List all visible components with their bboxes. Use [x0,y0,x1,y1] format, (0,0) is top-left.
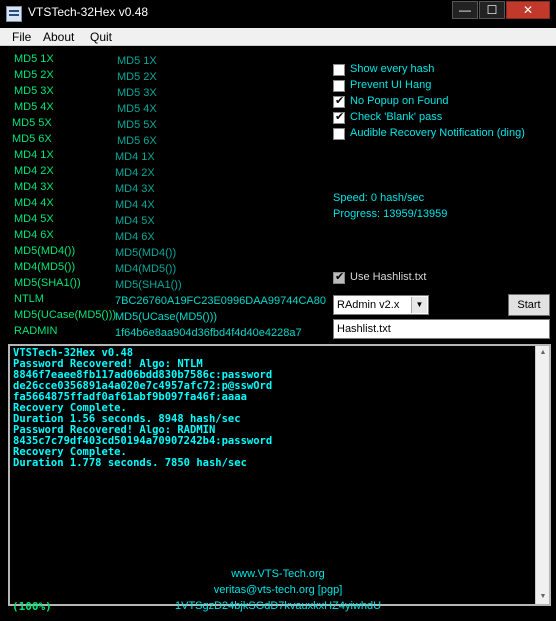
email-link[interactable]: veritas@vts-tech.org [pgp] [4,584,552,596]
algo-label: MD5 2X [14,69,54,81]
algo-select[interactable]: RAdmin v2.x ▼ [333,295,429,315]
algo-value: MD4 2X [115,167,155,179]
algo-value: MD5 2X [117,71,157,83]
algo-label: MD5(UCase(MD5())) [14,309,117,321]
algo-label: MD4 1X [14,149,54,161]
algo-value: MD4 6X [115,231,155,243]
algo-label: MD5 3X [14,85,54,97]
menu-quit[interactable]: Quit [90,30,112,44]
algo-value: MD5 1X [117,55,157,67]
checkbox[interactable] [333,128,345,140]
checkbox[interactable] [333,80,345,92]
algo-label: MD4(MD5()) [14,261,76,273]
title-bar[interactable]: VTSTech-32Hex v0.48 — ☐ ✕ [0,0,556,28]
checkbox[interactable] [333,270,345,284]
donation-address: 1VTSgzD24bjkSGdD7kvauxkxHZ4yiwhdU [174,600,382,612]
progress-percent: (100%) [12,600,52,613]
algo-value: MD4 5X [115,215,155,227]
algo-value: MD4 4X [115,199,155,211]
algo-value: 7BC26760A19FC23E0996DAA99744CA80 [115,295,326,307]
algo-label: MD5 6X [12,133,52,145]
speed-status: Speed: 0 hash/sec [333,192,425,204]
algo-value: MD5 3X [117,87,157,99]
algo-value: MD5(MD4()) [115,247,177,259]
start-button[interactable]: Start [508,294,550,316]
menu-file[interactable]: File [12,30,31,44]
hashlist-field[interactable]: Hashlist.txt [333,319,550,339]
checkbox[interactable] [333,64,345,76]
close-button[interactable]: ✕ [506,1,550,19]
algo-label: MD5(MD4()) [14,245,76,257]
algo-value: MD5(UCase(MD5())) [115,311,218,323]
algo-label: MD4 2X [14,165,54,177]
app-icon [6,6,22,22]
log-line: Duration 1.778 seconds. 7850 hash/sec [13,457,247,469]
algo-label: MD4 3X [14,181,54,193]
algo-label: MD5 5X [12,117,52,129]
chevron-down-icon[interactable]: ▼ [411,297,427,313]
algo-value: MD4 1X [115,151,155,163]
algo-label: NTLM [14,293,44,305]
log-lines: VTSTech-32Hex v0.48 Password Recovered! A… [13,348,546,469]
algo-value: MD5 5X [117,119,157,131]
algo-value: MD4 3X [115,183,155,195]
algo-label: MD4 4X [14,197,54,209]
menu-about[interactable]: About [43,30,74,44]
algo-label: RADMIN [14,325,58,337]
progress-status: Progress: 13959/13959 [333,208,448,220]
maximize-button[interactable]: ☐ [479,1,505,19]
algo-value: MD5 4X [117,103,157,115]
algo-value: MD4(MD5()) [115,263,177,275]
minimize-button[interactable]: — [452,1,478,19]
algo-value: MD5(SHA1()) [115,279,182,291]
algo-value: MD5 6X [117,135,157,147]
algo-label: MD5 1X [14,53,54,65]
menu-bar: File About Quit [0,28,556,46]
algo-label: MD4 6X [14,229,54,241]
checkbox[interactable] [333,110,345,124]
output-log[interactable]: VTSTech-32Hex v0.48 Password Recovered! A… [8,344,551,606]
algo-label: MD5(SHA1()) [14,277,81,289]
main-panel: MD5 1X MD5 1X MD5 2X MD5 2X MD5 3X MD5 3X MD5 … [4,46,552,617]
algo-value: 1f64b6e8aa904d36fbd4f4d40e4228a7 [115,327,302,339]
website-link[interactable]: www.VTS-Tech.org [4,568,552,580]
checkbox[interactable] [333,94,345,108]
algo-label: MD4 5X [14,213,54,225]
window-title: VTSTech-32Hex v0.48 [28,5,149,19]
log-scrollbar[interactable] [535,346,549,604]
algo-label: MD5 4X [14,101,54,113]
